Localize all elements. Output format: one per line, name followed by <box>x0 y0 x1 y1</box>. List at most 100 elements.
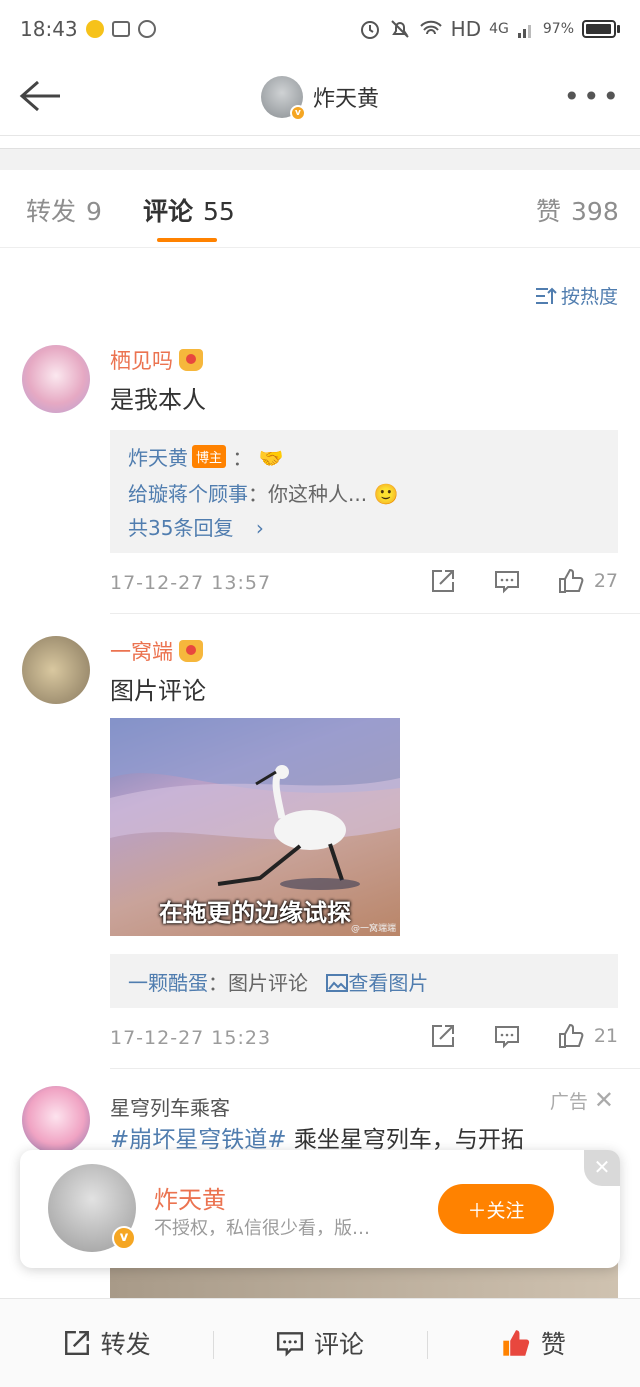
comment-label: 评论 <box>313 1330 364 1359</box>
comment-user[interactable]: 栖见吗 <box>110 345 203 375</box>
sync-icon <box>137 20 156 38</box>
tab-count: 9 <box>86 197 102 226</box>
like-button[interactable]: 赞 <box>426 1325 640 1361</box>
like-label: 赞 <box>540 1330 566 1359</box>
signal-icon <box>517 25 531 38</box>
comment-icon <box>276 1332 304 1357</box>
comment-username[interactable]: 一窝端 <box>110 636 173 666</box>
like-button[interactable]: 21 <box>558 1023 618 1049</box>
reply-box[interactable]: 一颗酷蛋：图片评论 查看图片 <box>110 954 618 1008</box>
avatar[interactable] <box>22 345 90 413</box>
status-bar: 18:43 HD 4G 97% <box>0 0 640 58</box>
ad-username[interactable]: 星穹列车乘客 <box>110 1092 230 1121</box>
section-gap <box>0 148 640 170</box>
divider <box>110 613 640 614</box>
comment-text: 是我本人 <box>110 386 206 414</box>
mute-icon <box>390 20 409 38</box>
comment-actions: 27 <box>430 568 618 594</box>
avatar[interactable] <box>22 1086 90 1154</box>
comment-time: 17-12-27 13:57 <box>110 572 272 594</box>
tab-bar: 转发 9 评论 55 赞 398 <box>0 170 640 248</box>
tab-comments[interactable]: 评论 55 <box>143 192 235 228</box>
view-image-link[interactable]: 查看图片 <box>326 971 428 995</box>
card-description: 不授权，私信很少看，版… <box>154 1218 370 1239</box>
nav-bar: v 炸天黄 ••• <box>0 58 640 136</box>
close-icon[interactable]: ✕ <box>584 1150 620 1186</box>
thumbs-up-icon <box>558 1023 584 1048</box>
thumbs-up-icon <box>503 1330 529 1356</box>
ad-label: 广告 ✕ <box>550 1086 614 1114</box>
comment-time: 17-12-27 15:23 <box>110 1027 272 1049</box>
reply-total: 共35条回复 <box>128 516 234 540</box>
thumbs-up-icon <box>558 568 584 593</box>
battery-icon <box>582 20 620 38</box>
back-arrow-icon[interactable] <box>18 78 62 114</box>
plus-icon: ＋ <box>467 1199 487 1222</box>
tab-likes[interactable]: 赞 398 <box>536 192 619 228</box>
tab-count: 55 <box>203 197 235 226</box>
view-all-replies[interactable]: 共35条回复 › <box>128 512 264 541</box>
active-tab-indicator <box>157 238 217 242</box>
close-ad-icon[interactable]: ✕ <box>594 1086 614 1114</box>
nav-user[interactable]: v 炸天黄 <box>260 75 379 121</box>
page-title: 炸天黄 <box>312 86 379 112</box>
verified-badge-icon: v <box>289 104 306 121</box>
comment-username[interactable]: 栖见吗 <box>110 345 173 375</box>
status-time: 18:43 <box>20 17 78 41</box>
tab-label: 转发 <box>26 197 77 226</box>
sort-icon <box>535 287 557 304</box>
more-icon[interactable]: ••• <box>563 80 622 113</box>
chevron-right-icon: › <box>255 516 264 540</box>
comment-actions: 21 <box>430 1023 618 1049</box>
card-username[interactable]: 炸天黄 <box>154 1180 226 1215</box>
reply-box[interactable]: 炸天黄 博主 ： 🤝 给璇蒋个顾事：你这种人... 🙂 共35条回复 › <box>110 430 618 553</box>
reply-text: ：你这种人... <box>248 482 368 506</box>
bottom-action-bar: 转发 评论 赞 <box>0 1298 640 1387</box>
ad-image[interactable] <box>110 1262 618 1302</box>
alarm-icon <box>360 21 379 39</box>
avatar[interactable] <box>22 636 90 704</box>
image-icon <box>326 974 349 992</box>
share-icon[interactable] <box>430 1023 456 1049</box>
reply-line: 给璇蒋个顾事：你这种人... 🙂 <box>128 478 398 507</box>
repost-label: 转发 <box>100 1330 151 1359</box>
follow-label: 关注 <box>486 1199 525 1222</box>
avatar[interactable]: v <box>260 75 306 121</box>
ad-tag-text: 广告 <box>549 1090 588 1113</box>
sort-button[interactable]: 按热度 <box>535 282 618 309</box>
reply-username[interactable]: 给璇蒋个顾事 <box>128 482 248 506</box>
like-count: 27 <box>593 570 618 592</box>
comment-user[interactable]: 一窝端 <box>110 636 203 666</box>
share-icon <box>64 1331 89 1355</box>
view-image-label: 查看图片 <box>348 971 429 995</box>
handshake-emoji-icon: 🤝 <box>258 446 284 470</box>
tab-label: 评论 <box>143 197 194 226</box>
crown-icon <box>179 640 203 662</box>
tab-repost[interactable]: 转发 9 <box>26 192 102 228</box>
follow-button[interactable]: ＋关注 <box>438 1184 554 1234</box>
reply-text: ：图片评论 <box>208 971 308 995</box>
repost-button[interactable]: 转发 <box>0 1325 213 1361</box>
comment-icon[interactable] <box>494 1023 520 1049</box>
wifi-icon <box>419 20 442 35</box>
reply-username[interactable]: 炸天黄 <box>128 446 188 470</box>
avatar[interactable]: v <box>48 1164 136 1252</box>
reply-line: 一颗酷蛋：图片评论 查看图片 <box>128 967 428 996</box>
divider <box>110 1068 640 1069</box>
reply-username[interactable]: 一颗酷蛋 <box>128 971 208 995</box>
reply-line: 炸天黄 博主 ： 🤝 <box>128 442 284 471</box>
crown-icon <box>179 349 203 371</box>
sort-label: 按热度 <box>560 286 618 308</box>
verified-badge-icon: v <box>112 1226 136 1250</box>
tab-count: 398 <box>571 197 619 226</box>
network-label: HD <box>450 17 482 41</box>
tab-label: 赞 <box>536 197 562 226</box>
comment-icon[interactable] <box>494 568 520 594</box>
comment-button[interactable]: 评论 <box>213 1325 426 1361</box>
weather-icon <box>85 20 104 38</box>
follow-card: v 炸天黄 不授权，私信很少看，版… ＋关注 ✕ <box>20 1150 620 1268</box>
comment-image[interactable]: 在拖更的边缘试探 @一窝端端 <box>110 718 400 936</box>
share-icon[interactable] <box>430 568 456 594</box>
like-button[interactable]: 27 <box>558 568 618 594</box>
reply-separator: ： <box>232 446 253 470</box>
